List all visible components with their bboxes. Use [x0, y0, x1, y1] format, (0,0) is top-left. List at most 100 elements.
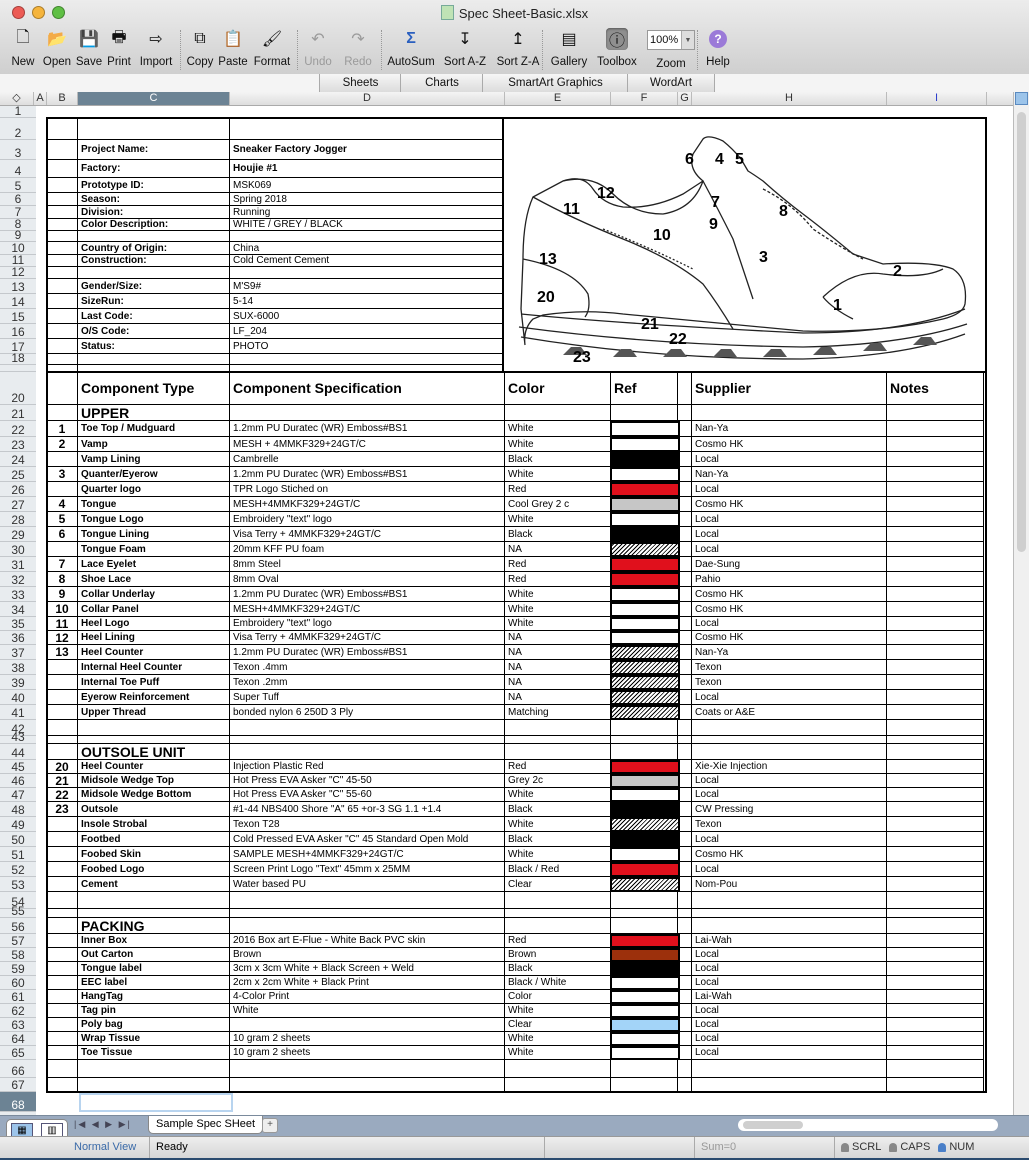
- notes[interactable]: [887, 437, 984, 452]
- notes[interactable]: [887, 847, 984, 862]
- toolbar-help-button[interactable]: ? Help: [705, 26, 731, 68]
- ribbon-tab-sheets[interactable]: Sheets: [319, 74, 402, 92]
- component-type[interactable]: HangTag: [78, 990, 230, 1004]
- row-header-67[interactable]: 67: [0, 1078, 36, 1092]
- component-color[interactable]: NA: [505, 660, 611, 675]
- cell-c[interactable]: [78, 354, 230, 365]
- notes[interactable]: [887, 572, 984, 587]
- cell-i[interactable]: [887, 1078, 984, 1092]
- notes[interactable]: [887, 557, 984, 572]
- cell-b[interactable]: [47, 324, 78, 339]
- component-type[interactable]: Quanter/Eyerow: [78, 467, 230, 482]
- component-type[interactable]: Toe Top / Mudguard: [78, 421, 230, 437]
- supplier[interactable]: Local: [692, 482, 887, 497]
- cell-b[interactable]: [47, 255, 78, 267]
- component-color[interactable]: Black: [505, 452, 611, 467]
- row-header-19[interactable]: [0, 365, 36, 372]
- cell-g[interactable]: [678, 862, 692, 877]
- cell-f[interactable]: [611, 909, 678, 918]
- component-number[interactable]: [47, 990, 78, 1004]
- row-header-45[interactable]: 45: [0, 760, 36, 774]
- supplier[interactable]: Nom-Pou: [692, 877, 887, 892]
- row-header-3[interactable]: 3: [0, 140, 36, 160]
- component-number[interactable]: [47, 877, 78, 892]
- component-type[interactable]: Insole Strobal: [78, 817, 230, 832]
- toolbar-copy-button[interactable]: ⧉ Copy: [184, 26, 216, 68]
- cell-d[interactable]: [230, 365, 505, 372]
- cell-e[interactable]: [505, 909, 611, 918]
- component-spec[interactable]: #1-44 NBS400 Shore "A" 65 +or-3 SG 1.1 +…: [230, 802, 505, 817]
- cell-g[interactable]: [678, 760, 692, 774]
- column-header-i[interactable]: I: [887, 92, 987, 105]
- cell-g[interactable]: [678, 497, 692, 512]
- component-type[interactable]: Tongue label: [78, 962, 230, 976]
- cell-h[interactable]: [692, 909, 887, 918]
- supplier[interactable]: Local: [692, 774, 887, 788]
- component-type[interactable]: Collar Panel: [78, 602, 230, 617]
- cell-h[interactable]: [692, 1060, 887, 1078]
- notes[interactable]: [887, 1018, 984, 1032]
- component-color[interactable]: Black / White: [505, 976, 611, 990]
- supplier[interactable]: Cosmo HK: [692, 437, 887, 452]
- info-label[interactable]: Factory:: [78, 160, 230, 178]
- info-value[interactable]: 5-14: [230, 294, 505, 309]
- info-value[interactable]: WHITE / GREY / BLACK: [230, 219, 505, 231]
- supplier[interactable]: Lai-Wah: [692, 934, 887, 948]
- component-type[interactable]: Vamp Lining: [78, 452, 230, 467]
- component-type[interactable]: Heel Counter: [78, 645, 230, 660]
- cell-i[interactable]: [887, 720, 984, 736]
- info-value[interactable]: MSK069: [230, 178, 505, 193]
- row-header-31[interactable]: 31: [0, 557, 36, 572]
- component-spec[interactable]: 10 gram 2 sheets: [230, 1032, 505, 1046]
- component-spec[interactable]: Hot Press EVA Asker "C" 45-50: [230, 774, 505, 788]
- cell-g[interactable]: [678, 512, 692, 527]
- cell-e[interactable]: [505, 1060, 611, 1078]
- column-header-f[interactable]: F: [611, 92, 678, 105]
- cell-b[interactable]: [47, 178, 78, 193]
- cell-g[interactable]: [678, 482, 692, 497]
- cell-i[interactable]: [887, 744, 984, 760]
- row-header-34[interactable]: 34: [0, 602, 36, 617]
- notes[interactable]: [887, 1004, 984, 1018]
- notes[interactable]: [887, 832, 984, 847]
- supplier[interactable]: Local: [692, 976, 887, 990]
- component-number[interactable]: [47, 817, 78, 832]
- cell-e[interactable]: [505, 405, 611, 421]
- column-header-h[interactable]: H: [692, 92, 887, 105]
- cell-e[interactable]: [505, 736, 611, 744]
- component-number[interactable]: 3: [47, 467, 78, 482]
- component-spec[interactable]: 4-Color Print: [230, 990, 505, 1004]
- cell-b[interactable]: [47, 1078, 78, 1092]
- row-header-62[interactable]: 62: [0, 1004, 36, 1018]
- component-spec[interactable]: 2cm x 2cm White + Black Print: [230, 976, 505, 990]
- cell-f[interactable]: [611, 1060, 678, 1078]
- notes[interactable]: [887, 645, 984, 660]
- component-color[interactable]: Clear: [505, 1018, 611, 1032]
- cell-b[interactable]: [47, 918, 78, 934]
- component-color[interactable]: White: [505, 847, 611, 862]
- toolbar-sort-a-z-button[interactable]: ↧ Sort A-Z: [440, 26, 490, 68]
- component-number[interactable]: [47, 976, 78, 990]
- component-type[interactable]: Tag pin: [78, 1004, 230, 1018]
- component-type[interactable]: Internal Heel Counter: [78, 660, 230, 675]
- component-color[interactable]: Red: [505, 572, 611, 587]
- component-spec[interactable]: 8mm Steel: [230, 557, 505, 572]
- notes[interactable]: [887, 760, 984, 774]
- cell-d[interactable]: [230, 918, 505, 934]
- notes[interactable]: [887, 631, 984, 645]
- row-header-41[interactable]: 41: [0, 705, 36, 720]
- component-spec[interactable]: Hot Press EVA Asker "C" 55-60: [230, 788, 505, 802]
- cell-g[interactable]: [678, 990, 692, 1004]
- supplier[interactable]: Cosmo HK: [692, 497, 887, 512]
- row-header-56[interactable]: 56: [0, 918, 36, 934]
- info-value[interactable]: Sneaker Factory Jogger: [230, 140, 505, 160]
- component-spec[interactable]: MESH+4MMKF329+24GT/C: [230, 602, 505, 617]
- cell-g[interactable]: [678, 675, 692, 690]
- cell-b[interactable]: [47, 242, 78, 255]
- component-spec[interactable]: Visa Terry + 4MMKF329+24GT/C: [230, 631, 505, 645]
- supplier[interactable]: Local: [692, 1032, 887, 1046]
- cell-d[interactable]: [230, 744, 505, 760]
- cell-b[interactable]: [47, 744, 78, 760]
- component-type[interactable]: Tongue Foam: [78, 542, 230, 557]
- row-header-36[interactable]: 36: [0, 631, 36, 645]
